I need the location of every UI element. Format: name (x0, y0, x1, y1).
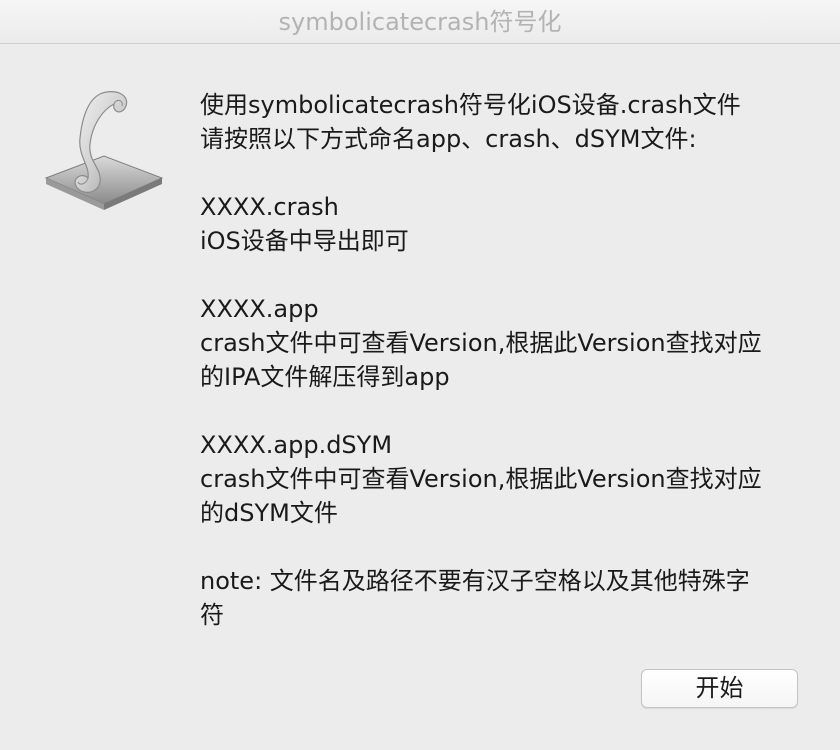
app-file-name: XXXX.app (200, 295, 319, 323)
dsym-file-description-1: crash文件中可查看Version,根据此Version查找对应 (200, 465, 762, 493)
dialog-window: symbolicatecrash符号化 使用symbolicatecrash符号… (0, 0, 840, 750)
crash-file-description: iOS设备中导出即可 (200, 227, 409, 255)
app-file-description-1: crash文件中可查看Version,根据此Version查找对应 (200, 329, 762, 357)
dsym-file-description-2: 的dSYM文件 (200, 499, 338, 527)
intro-line-1: 使用symbolicatecrash符号化iOS设备.crash文件 (200, 91, 741, 119)
title-bar[interactable]: symbolicatecrash符号化 (0, 0, 840, 44)
script-icon (44, 91, 164, 210)
intro-line-2: 请按照以下方式命名app、crash、dSYM文件: (200, 125, 697, 153)
window-title: symbolicatecrash符号化 (278, 8, 562, 36)
start-button[interactable]: 开始 (641, 669, 798, 708)
note-line-2: 符 (200, 601, 224, 629)
crash-file-name: XXXX.crash (200, 193, 339, 221)
app-file-description-2: 的IPA文件解压得到app (200, 363, 450, 391)
message-text: 使用symbolicatecrash符号化iOS设备.crash文件 请按照以下… (200, 88, 810, 632)
note-line-1: note: 文件名及路径不要有汉子空格以及其他特殊字 (200, 567, 750, 595)
dsym-file-name: XXXX.app.dSYM (200, 431, 393, 459)
